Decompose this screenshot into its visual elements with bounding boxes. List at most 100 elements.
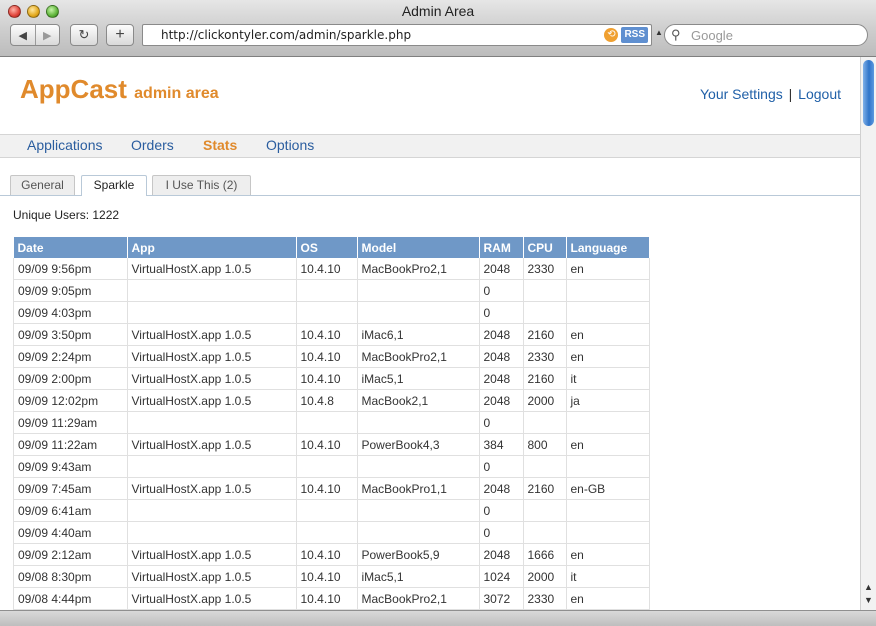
cell-app <box>127 411 297 434</box>
address-dropdown-icon[interactable]: ▲ <box>655 28 663 37</box>
address-bar-icons: ⟲ RSS <box>604 27 648 43</box>
table-row: 09/09 3:50pm VirtualHostX.app 1.0.5 10.4.1… <box>13 323 650 346</box>
column-header-app: App <box>127 237 297 258</box>
cell-model: MacBookPro2,1 <box>357 587 480 610</box>
cell-language: en <box>566 587 650 610</box>
cell-date: 09/08 8:30pm <box>13 565 128 588</box>
cell-cpu: 2000 <box>523 389 567 412</box>
add-bookmark-button[interactable]: + <box>106 24 134 46</box>
tab-sparkle[interactable]: Sparkle <box>81 175 147 196</box>
tab-i-use-this[interactable]: I Use This (2) <box>152 175 251 195</box>
address-input[interactable]: http://clickontyler.com/admin/sparkle.ph… <box>161 28 411 42</box>
cell-language: ja <box>566 389 650 412</box>
link-separator: | <box>788 86 793 102</box>
cell-ram: 2048 <box>479 367 524 390</box>
cell-model: PowerBook5,9 <box>357 543 480 566</box>
cell-model <box>357 521 480 544</box>
table-row: 09/09 4:03pm 0 <box>13 301 650 324</box>
cell-language: it <box>566 565 650 588</box>
scrollbar-thumb[interactable] <box>863 60 874 126</box>
nav-options[interactable]: Options <box>266 137 314 153</box>
cell-cpu: 1666 <box>523 543 567 566</box>
cell-ram: 2048 <box>479 323 524 346</box>
cell-ram: 2048 <box>479 543 524 566</box>
cell-ram: 0 <box>479 301 524 324</box>
cell-cpu <box>523 455 567 478</box>
cell-cpu: 2000 <box>523 565 567 588</box>
cell-date: 09/09 11:29am <box>13 411 128 434</box>
cell-cpu: 2160 <box>523 367 567 390</box>
forward-arrow-icon[interactable]: ▶ <box>35 29 59 42</box>
cell-app <box>127 499 297 522</box>
search-field[interactable]: ⚲ Google <box>664 24 868 46</box>
cell-date: 09/09 12:02pm <box>13 389 128 412</box>
cell-ram: 1024 <box>479 565 524 588</box>
cell-date: 09/09 2:12am <box>13 543 128 566</box>
cell-app: VirtualHostX.app 1.0.5 <box>127 587 297 610</box>
cell-model: iMac6,1 <box>357 323 480 346</box>
table-row: 09/09 2:12am VirtualHostX.app 1.0.5 10.4.1… <box>13 543 650 566</box>
cell-app: VirtualHostX.app 1.0.5 <box>127 323 297 346</box>
logo-main-text: AppCast <box>20 74 127 104</box>
reload-icon: ↻ <box>78 27 90 42</box>
snapback-icon[interactable]: ⟲ <box>604 28 619 42</box>
cell-cpu: 2160 <box>523 477 567 500</box>
cell-app: VirtualHostX.app 1.0.5 <box>127 477 297 500</box>
cell-os: 10.4.10 <box>296 258 358 280</box>
nav-stats[interactable]: Stats <box>203 137 237 153</box>
table-row: 09/09 7:45am VirtualHostX.app 1.0.5 10.4.1… <box>13 477 650 500</box>
status-bar <box>0 610 876 626</box>
table-row: 09/08 8:30pm VirtualHostX.app 1.0.5 10.4.1… <box>13 565 650 588</box>
cell-ram: 2048 <box>479 477 524 500</box>
cell-app <box>127 455 297 478</box>
table-row: 09/09 9:56pm VirtualHostX.app 1.0.5 10.4.1… <box>13 258 650 280</box>
search-icon[interactable]: ⚲ <box>671 27 681 43</box>
cell-model <box>357 301 480 324</box>
cell-ram: 2048 <box>479 258 524 280</box>
column-header-os: OS <box>296 237 358 258</box>
rss-button[interactable]: RSS <box>621 27 648 43</box>
nav-applications[interactable]: Applications <box>27 137 103 153</box>
your-settings-link[interactable]: Your Settings <box>700 86 783 102</box>
cell-cpu: 2330 <box>523 258 567 280</box>
cell-date: 09/09 9:05pm <box>13 279 128 302</box>
table-body: 09/09 9:56pm VirtualHostX.app 1.0.5 10.4.1… <box>13 258 650 610</box>
cell-cpu: 2330 <box>523 587 567 610</box>
address-bar[interactable]: http://clickontyler.com/admin/sparkle.ph… <box>142 24 652 46</box>
vertical-scrollbar[interactable]: ▲ ▼ <box>860 57 876 610</box>
cell-os <box>296 411 358 434</box>
cell-os: 10.4.10 <box>296 323 358 346</box>
table-row: 09/09 11:22am VirtualHostX.app 1.0.5 10.4.… <box>13 433 650 456</box>
cell-model: MacBookPro2,1 <box>357 345 480 368</box>
scroll-up-icon[interactable]: ▲ <box>864 582 873 592</box>
cell-date: 09/09 3:50pm <box>13 323 128 346</box>
reload-button[interactable]: ↻ <box>70 24 98 46</box>
cell-os <box>296 455 358 478</box>
cell-language <box>566 455 650 478</box>
nav-orders[interactable]: Orders <box>131 137 174 153</box>
cell-date: 09/09 11:22am <box>13 433 128 456</box>
page-content: AppCast admin area Your Settings | Logou… <box>0 57 860 610</box>
cell-app: VirtualHostX.app 1.0.5 <box>127 367 297 390</box>
logout-link[interactable]: Logout <box>798 86 841 102</box>
cell-date: 09/09 6:41am <box>13 499 128 522</box>
cell-ram: 384 <box>479 433 524 456</box>
cell-os: 10.4.10 <box>296 345 358 368</box>
cell-model <box>357 455 480 478</box>
cell-ram: 2048 <box>479 389 524 412</box>
cell-cpu <box>523 279 567 302</box>
cell-ram: 3072 <box>479 587 524 610</box>
cell-os: 10.4.10 <box>296 433 358 456</box>
tab-general[interactable]: General <box>10 175 75 195</box>
table-row: 09/08 4:44pm VirtualHostX.app 1.0.5 10.4.1… <box>13 587 650 610</box>
cell-os: 10.4.10 <box>296 543 358 566</box>
cell-model <box>357 411 480 434</box>
back-arrow-icon[interactable]: ◀ <box>11 29 35 42</box>
cell-os <box>296 521 358 544</box>
cell-ram: 0 <box>479 279 524 302</box>
cell-ram: 0 <box>479 455 524 478</box>
cell-language: en <box>566 323 650 346</box>
cell-language: en <box>566 543 650 566</box>
scroll-down-icon[interactable]: ▼ <box>864 595 873 605</box>
cell-os <box>296 279 358 302</box>
